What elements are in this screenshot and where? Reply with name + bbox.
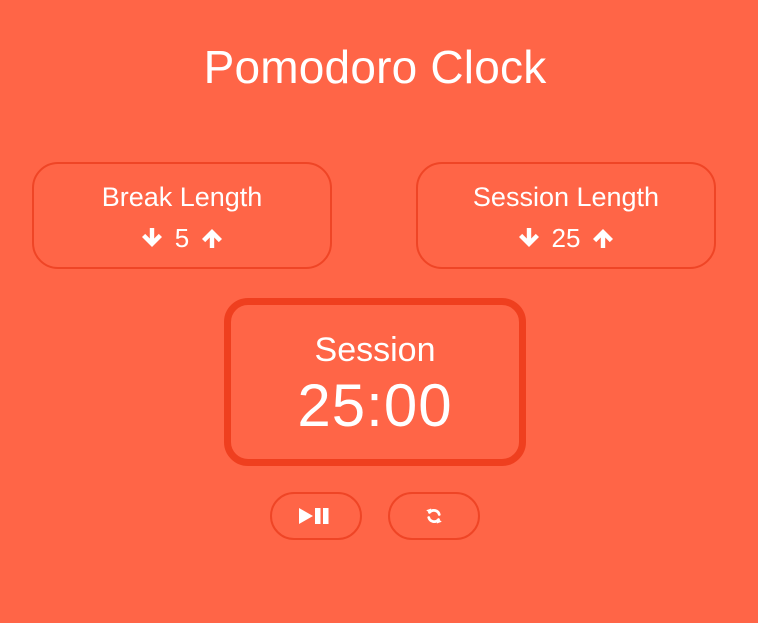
play-pause-button[interactable] [270,492,362,540]
break-increment-button[interactable] [199,225,225,251]
arrow-down-icon [518,228,539,247]
timer-time: 25:00 [297,372,453,439]
session-length-panel: Session Length 25 [416,162,716,269]
break-decrement-button[interactable] [139,225,165,251]
refresh-icon [426,508,442,524]
session-length-controls: 25 [418,223,714,253]
break-length-value: 5 [174,223,190,253]
session-length-label: Session Length [472,182,660,212]
break-length-controls: 5 [34,223,330,253]
app-title: Pomodoro Clock [203,41,547,93]
play-pause-icon [299,508,329,524]
reset-button[interactable] [388,492,480,540]
session-decrement-button[interactable] [516,225,542,251]
arrow-up-icon [593,229,614,248]
arrow-down-icon [141,228,162,247]
arrow-up-icon [202,229,223,248]
break-length-panel: Break Length 5 [32,162,332,269]
timer-label: Session [314,331,436,369]
break-length-label: Break Length [101,182,263,212]
session-increment-button[interactable] [590,225,616,251]
timer-display: Session 25:00 [224,298,526,466]
session-length-value: 25 [551,223,581,253]
